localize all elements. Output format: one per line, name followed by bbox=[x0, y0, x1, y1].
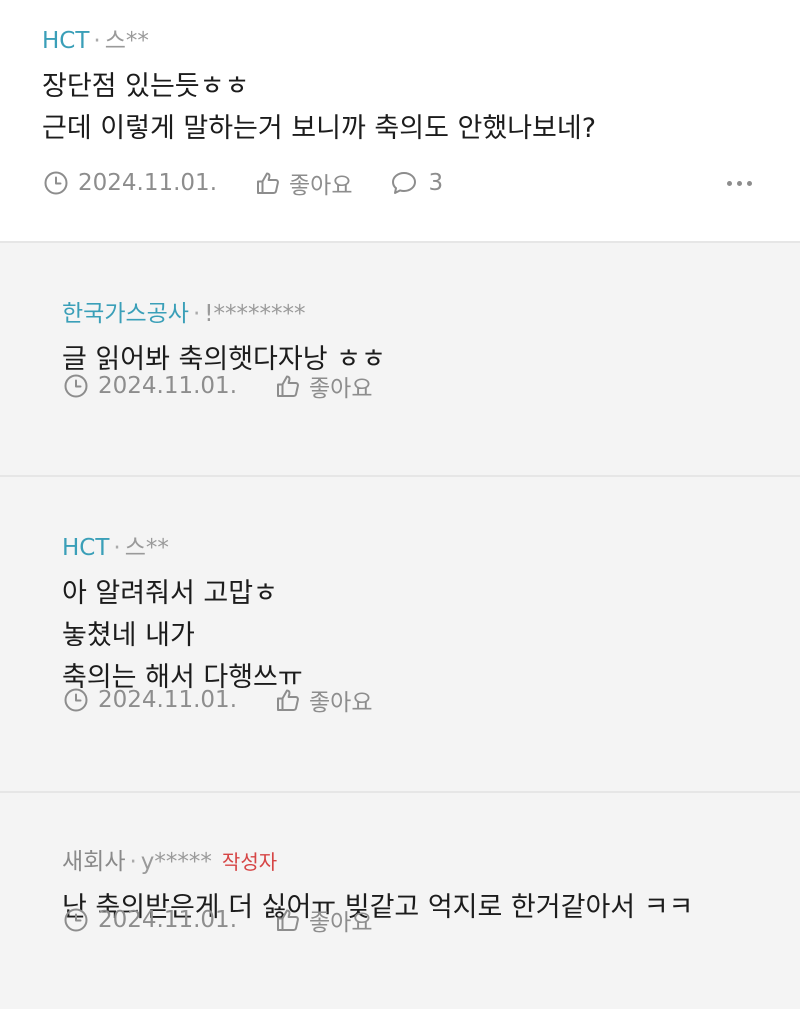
like-label: 좋아요 bbox=[289, 173, 353, 199]
comment-line: 장단점 있는듯ㅎㅎ bbox=[42, 71, 250, 102]
reply-count: 3 bbox=[428, 170, 444, 196]
comment-meta: 한국가스공사 · !******** bbox=[62, 299, 758, 329]
clock-icon bbox=[64, 908, 88, 932]
thumbs-up-icon bbox=[277, 689, 299, 711]
clock-icon bbox=[44, 171, 68, 195]
comment-date: 2024.11.01. bbox=[44, 170, 217, 196]
like-button[interactable]: 좋아요 bbox=[275, 903, 372, 937]
author-name[interactable]: 새회사 bbox=[62, 849, 125, 875]
meta-separator: · bbox=[93, 28, 101, 54]
comment-date: 2024.11.01. bbox=[64, 373, 237, 399]
reply-item: 한국가스공사 · !******** 글 읽어봐 축의햇다자낭 ㅎㅎ 2024.11… bbox=[0, 241, 800, 475]
clock-icon bbox=[64, 688, 88, 712]
user-id-masked: 스** bbox=[104, 28, 149, 54]
like-label: 좋아요 bbox=[309, 690, 373, 716]
user-id-masked: y***** bbox=[140, 849, 212, 875]
comment-actions: 2024.11.01. 좋아요 bbox=[64, 903, 756, 937]
comment-date: 2024.11.01. bbox=[64, 907, 237, 933]
date-text: 2024.11.01. bbox=[98, 907, 237, 933]
more-options-button[interactable] bbox=[723, 177, 756, 190]
author-name[interactable]: HCT bbox=[62, 535, 109, 561]
date-text: 2024.11.01. bbox=[98, 687, 237, 713]
more-dot bbox=[737, 180, 742, 186]
reply-count-button[interactable]: 3 bbox=[390, 170, 443, 196]
date-text: 2024.11.01. bbox=[98, 373, 237, 399]
comment-meta: 새회사 · y***** 작성자 bbox=[62, 847, 758, 877]
like-button[interactable]: 좋아요 bbox=[275, 683, 372, 717]
thumbs-up-icon bbox=[277, 375, 299, 397]
like-button[interactable]: 좋아요 bbox=[255, 166, 352, 200]
comment-line: 근데 이렇게 말하는거 보니까 축의도 안했나보네? bbox=[42, 113, 597, 144]
speech-bubble-icon bbox=[392, 172, 417, 194]
meta-separator: · bbox=[113, 535, 121, 561]
user-id-masked: 스** bbox=[124, 535, 169, 561]
reply-item: HCT · 스** 아 알려줘서 고맙ㅎ 놓쳤네 내가 축의는 해서 다행쓰ㅠ 20… bbox=[0, 475, 800, 791]
author-name[interactable]: HCT bbox=[42, 28, 89, 54]
comment-line: 아 알려줘서 고맙ㅎ bbox=[62, 578, 278, 609]
user-id-masked: !******** bbox=[204, 301, 306, 327]
clock-icon bbox=[64, 374, 88, 398]
like-button[interactable]: 좋아요 bbox=[275, 369, 372, 403]
comment-meta: HCT · 스** bbox=[42, 26, 758, 56]
more-dots-icon bbox=[727, 180, 732, 186]
meta-separator: · bbox=[192, 301, 201, 327]
comment-actions: 2024.11.01. 좋아요 bbox=[64, 683, 756, 717]
comment-date: 2024.11.01. bbox=[64, 687, 237, 713]
comment-line: 놓쳤네 내가 bbox=[62, 620, 195, 651]
comment-actions: 2024.11.01. 좋아요 bbox=[64, 369, 756, 403]
meta-separator: · bbox=[129, 849, 137, 875]
comment-actions: 2024.11.01. 좋아요 3 bbox=[44, 166, 756, 200]
thumbs-up-icon bbox=[277, 909, 299, 931]
author-name[interactable]: 한국가스공사 bbox=[62, 301, 189, 327]
writer-badge: 작성자 bbox=[221, 850, 278, 874]
comment-body: 장단점 있는듯ㅎㅎ 근데 이렇게 말하는거 보니까 축의도 안했나보네? bbox=[42, 66, 758, 150]
more-dot bbox=[747, 180, 752, 186]
comment-body: 아 알려줘서 고맙ㅎ 놓쳤네 내가 축의는 해서 다행쓰ㅠ bbox=[62, 573, 758, 699]
like-label: 좋아요 bbox=[309, 376, 373, 402]
reply-item: 새회사 · y***** 작성자 난 축의받은게 더 싫어ㅠ 빚같고 억지로 한거같아… bbox=[0, 791, 800, 1009]
date-text: 2024.11.01. bbox=[78, 170, 217, 196]
like-label: 좋아요 bbox=[309, 910, 373, 936]
comment-meta: HCT · 스** bbox=[62, 533, 758, 563]
comment-item: HCT · 스** 장단점 있는듯ㅎㅎ 근데 이렇게 말하는거 보니까 축의도 안했… bbox=[0, 0, 800, 241]
thumbs-up-icon bbox=[257, 172, 279, 194]
